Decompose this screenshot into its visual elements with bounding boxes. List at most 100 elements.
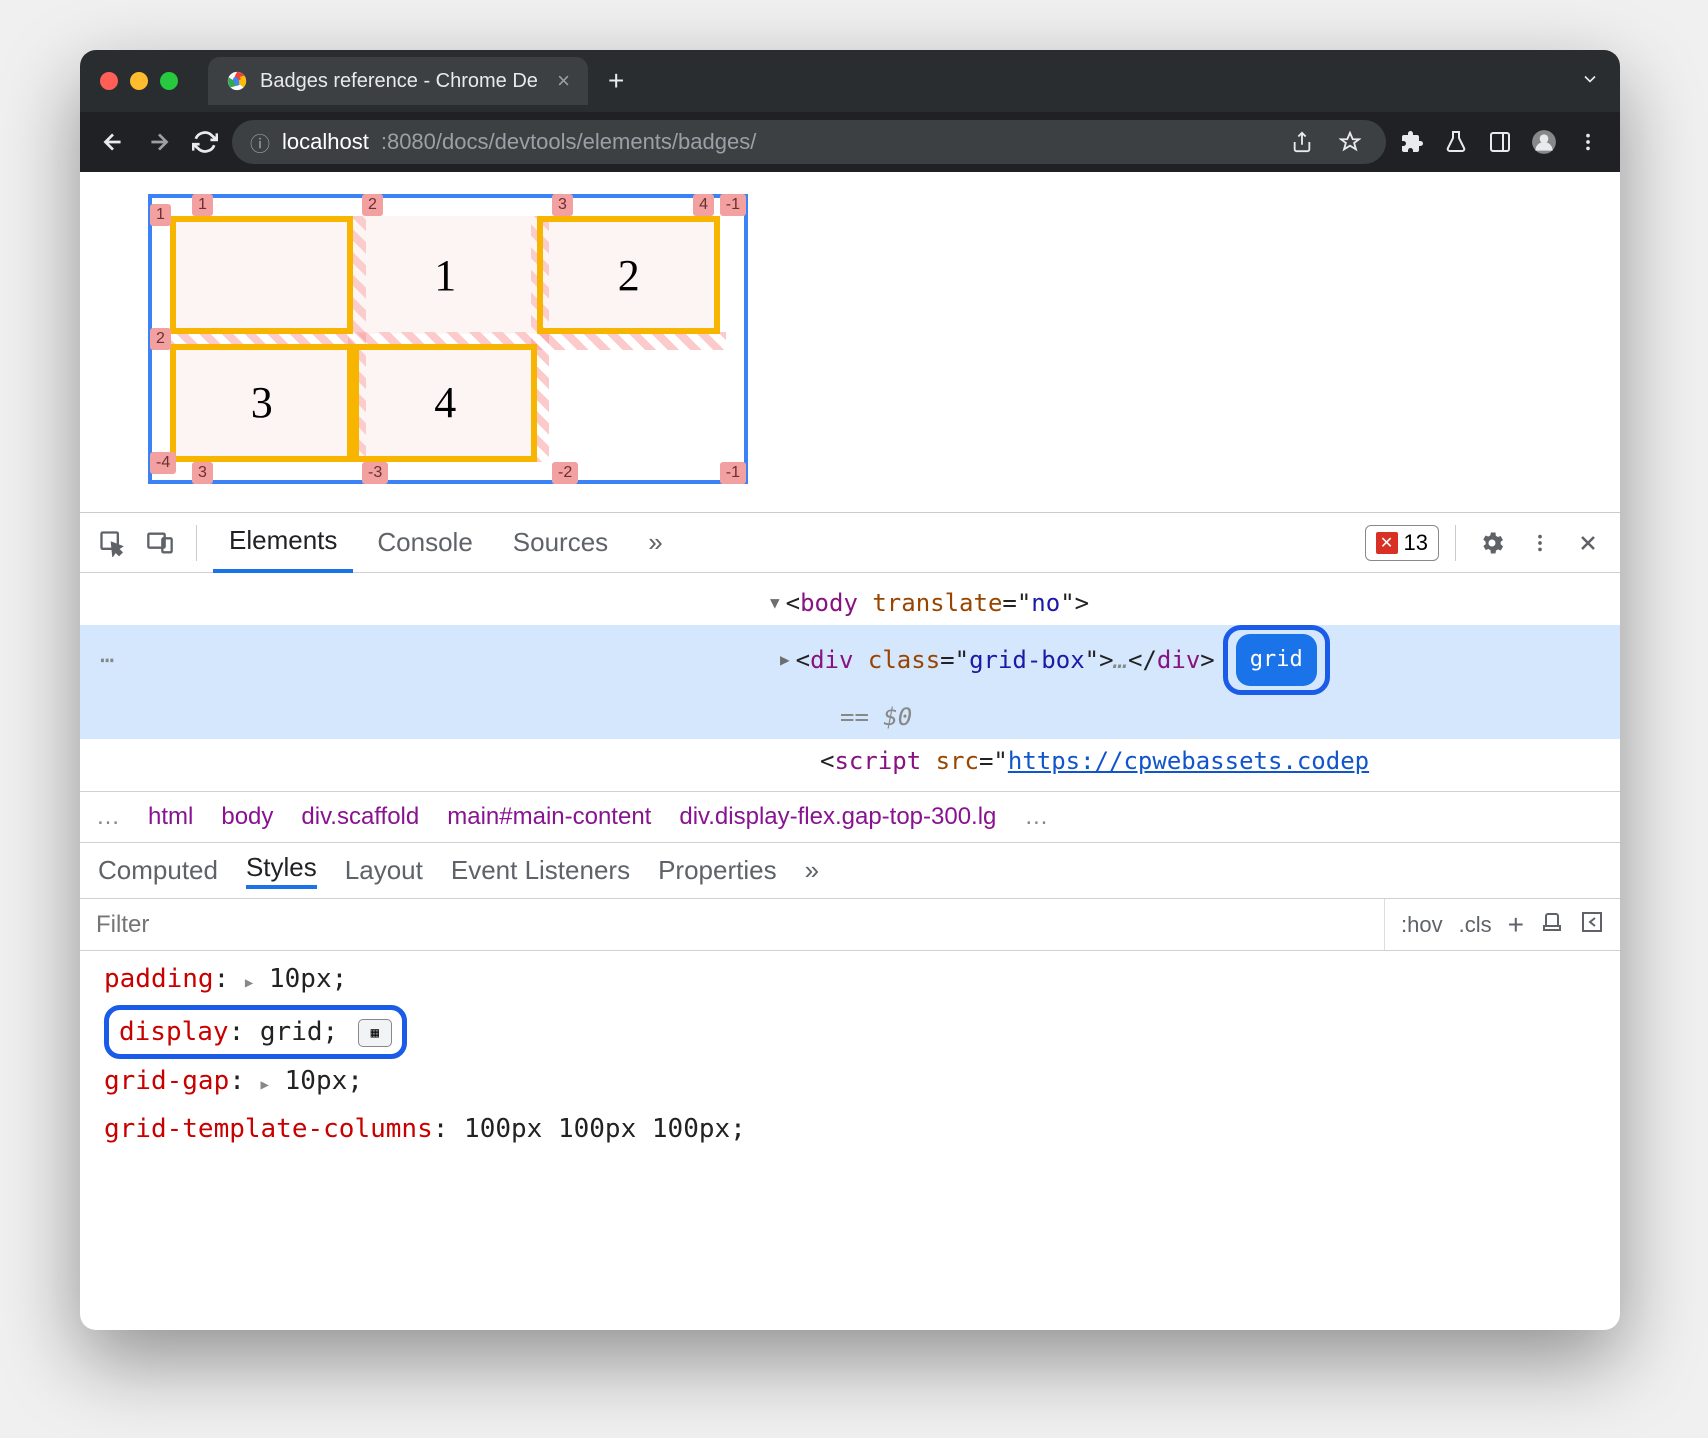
css-declaration-display[interactable]: display: grid; ▦ xyxy=(104,1005,1596,1059)
grid-line-label: -1 xyxy=(720,462,746,484)
window-controls xyxy=(100,72,178,90)
grid-editor-icon[interactable]: ▦ xyxy=(358,1019,392,1047)
css-declaration[interactable]: grid-gap: ▶ 10px; xyxy=(104,1059,1596,1107)
tab-event-listeners[interactable]: Event Listeners xyxy=(451,855,630,886)
styles-filter-row: :hov .cls + xyxy=(80,899,1620,951)
css-declaration[interactable]: grid-template-columns: 100px 100px 100px… xyxy=(104,1107,1596,1151)
sidepanel-icon[interactable] xyxy=(1482,124,1518,160)
browser-window: Badges reference - Chrome De × + ⓘ local… xyxy=(80,50,1620,1330)
extension-icon[interactable] xyxy=(1394,124,1430,160)
grid-overlay: 1 2 3 4 1 1 2 3 4 -1 2 -4 3 -3 -2 -1 xyxy=(148,194,748,484)
devtools-tabs: Elements Console Sources » ✕ 13 xyxy=(80,513,1620,573)
cell-number: 2 xyxy=(618,250,640,301)
grid-cell: 1 xyxy=(353,216,536,334)
crumb-overflow-right[interactable]: … xyxy=(1024,803,1048,831)
more-tabs-icon[interactable]: » xyxy=(805,855,819,886)
grid-line-label: 1 xyxy=(150,204,171,226)
more-tabs-icon[interactable]: » xyxy=(632,513,678,573)
grid-line-label: -4 xyxy=(150,452,176,474)
error-count-badge[interactable]: ✕ 13 xyxy=(1365,525,1439,561)
dom-node-body[interactable]: ▼ <body translate="no"> xyxy=(80,581,1620,625)
tab-console[interactable]: Console xyxy=(361,513,488,573)
error-icon: ✕ xyxy=(1376,532,1398,554)
grid-badge-highlight: grid xyxy=(1223,625,1330,695)
forward-button[interactable] xyxy=(140,123,178,161)
close-devtools-icon[interactable] xyxy=(1568,523,1608,563)
url-path: :8080/docs/devtools/elements/badges/ xyxy=(381,129,756,155)
row-actions-icon[interactable]: ⋯ xyxy=(100,638,114,682)
hov-toggle[interactable]: :hov xyxy=(1401,912,1443,938)
crumb-display-flex[interactable]: div.display-flex.gap-top-300.lg xyxy=(679,803,996,831)
toolbar: ⓘ localhost :8080/docs/devtools/elements/… xyxy=(80,112,1620,172)
brush-icon[interactable] xyxy=(1540,910,1564,940)
titlebar: Badges reference - Chrome De × + xyxy=(80,50,1620,112)
tab-elements[interactable]: Elements xyxy=(213,513,353,573)
grid-line-label: 2 xyxy=(150,328,171,350)
dom-node-script[interactable]: <script src="https://cpwebassets.codep xyxy=(80,739,1620,783)
crumb-html[interactable]: html xyxy=(148,803,193,831)
back-button[interactable] xyxy=(94,123,132,161)
page-viewport: 1 2 3 4 1 1 2 3 4 -1 2 -4 3 -3 -2 -1 xyxy=(80,172,1620,512)
grid-cell: 4 xyxy=(353,344,536,462)
profile-icon[interactable] xyxy=(1526,124,1562,160)
grid-line-label: 3 xyxy=(192,462,213,484)
menu-icon[interactable] xyxy=(1570,124,1606,160)
grid-line-label: -2 xyxy=(552,462,578,484)
dom-tree[interactable]: ▼ <body translate="no"> ⋯ ▶ <div class="… xyxy=(80,573,1620,791)
tab-properties[interactable]: Properties xyxy=(658,855,777,886)
styles-filter-input[interactable] xyxy=(80,911,1384,939)
reload-button[interactable] xyxy=(186,123,224,161)
grid-line-label: -1 xyxy=(720,194,746,216)
tab-sources[interactable]: Sources xyxy=(497,513,624,573)
cell-number: 4 xyxy=(434,377,456,428)
chrome-icon xyxy=(226,70,248,92)
bookmark-icon[interactable] xyxy=(1332,124,1368,160)
grid-line-label: 4 xyxy=(693,194,714,216)
styles-sidebar-tabs: Computed Styles Layout Event Listeners P… xyxy=(80,843,1620,899)
device-mode-icon[interactable] xyxy=(140,523,180,563)
grid-line-label: -3 xyxy=(362,462,388,484)
grid-cell xyxy=(170,216,353,334)
crumb-main[interactable]: main#main-content xyxy=(447,803,651,831)
css-declaration[interactable]: padding: ▶ 10px; xyxy=(104,957,1596,1005)
tab-styles[interactable]: Styles xyxy=(246,852,317,889)
new-tab-button[interactable]: + xyxy=(608,65,624,97)
labs-icon[interactable] xyxy=(1438,124,1474,160)
grid-line-label: 1 xyxy=(192,194,213,216)
close-tab-icon[interactable]: × xyxy=(557,68,570,94)
crumb-scaffold[interactable]: div.scaffold xyxy=(301,803,419,831)
grid-cell: 3 xyxy=(170,344,353,462)
grid-badge[interactable]: grid xyxy=(1236,634,1317,686)
close-window-button[interactable] xyxy=(100,72,118,90)
css-rules[interactable]: padding: ▶ 10px; display: grid; ▦ grid-g… xyxy=(80,951,1620,1157)
computed-toggle-icon[interactable] xyxy=(1580,910,1604,940)
dom-node-grid-box[interactable]: ⋯ ▶ <div class="grid-box">…</div> grid xyxy=(80,625,1620,695)
url-host: localhost xyxy=(282,129,369,155)
grid-line-label: 3 xyxy=(552,194,573,216)
expand-arrow-icon[interactable]: ▼ xyxy=(770,581,780,625)
site-info-icon[interactable]: ⓘ xyxy=(250,128,270,157)
error-count: 13 xyxy=(1404,530,1428,556)
grid-cell: 2 xyxy=(537,216,720,334)
kebab-menu-icon[interactable] xyxy=(1520,523,1560,563)
expand-arrow-icon[interactable]: ▶ xyxy=(780,638,790,682)
address-bar[interactable]: ⓘ localhost :8080/docs/devtools/elements/… xyxy=(232,120,1386,164)
settings-icon[interactable] xyxy=(1472,523,1512,563)
tab-computed[interactable]: Computed xyxy=(98,855,218,886)
cell-number: 3 xyxy=(251,377,273,428)
browser-tab[interactable]: Badges reference - Chrome De × xyxy=(208,57,588,105)
dom-selected-ref: == $0 xyxy=(80,695,1620,739)
cls-toggle[interactable]: .cls xyxy=(1459,912,1492,938)
tab-layout[interactable]: Layout xyxy=(345,855,423,886)
share-icon[interactable] xyxy=(1284,124,1320,160)
crumb-overflow-left[interactable]: … xyxy=(96,803,120,831)
new-rule-icon[interactable]: + xyxy=(1508,909,1524,941)
inspect-icon[interactable] xyxy=(92,523,132,563)
maximize-window-button[interactable] xyxy=(160,72,178,90)
tab-title: Badges reference - Chrome De xyxy=(260,70,538,93)
crumb-body[interactable]: body xyxy=(221,803,273,831)
breadcrumb[interactable]: … html body div.scaffold main#main-conte… xyxy=(80,791,1620,843)
grid-line-label: 2 xyxy=(362,194,383,216)
tabs-dropdown-icon[interactable] xyxy=(1580,69,1600,94)
minimize-window-button[interactable] xyxy=(130,72,148,90)
